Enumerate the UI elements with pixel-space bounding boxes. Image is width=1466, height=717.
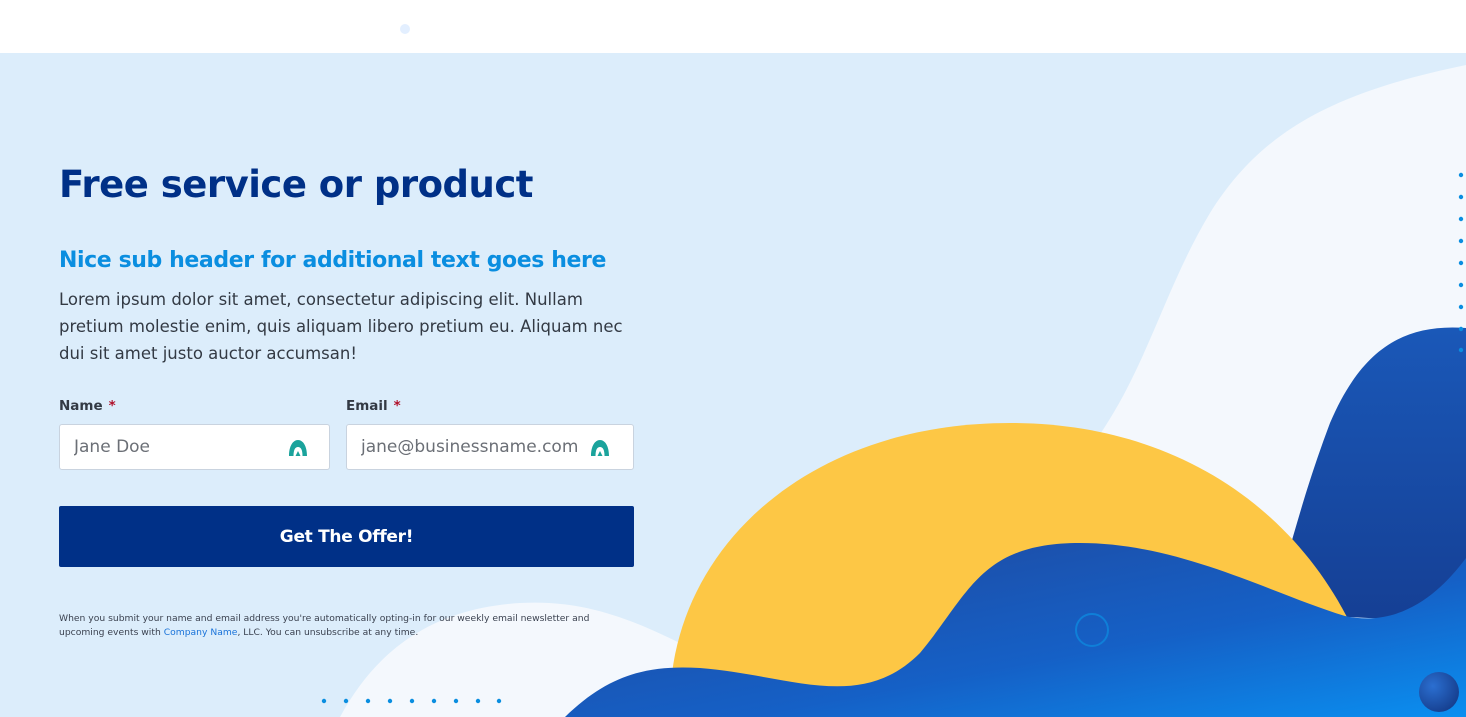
autofill-icon[interactable] xyxy=(287,438,309,458)
email-label: Email * xyxy=(346,398,634,418)
required-asterisk: * xyxy=(108,398,116,414)
hero-section: Free service or product Nice sub header … xyxy=(0,53,1466,717)
body-text: Lorem ipsum dolor sit amet, consectetur … xyxy=(59,290,623,363)
email-label-text: Email xyxy=(346,398,388,414)
required-asterisk: * xyxy=(393,398,401,414)
name-label-text: Name xyxy=(59,398,103,414)
page: Free service or product Nice sub header … xyxy=(0,0,1466,717)
email-input-wrapper xyxy=(346,424,634,470)
company-name-link[interactable]: Company Name xyxy=(164,627,238,638)
name-field-group: Name * xyxy=(59,398,330,470)
top-bar xyxy=(0,0,1466,53)
get-offer-button[interactable]: Get The Offer! xyxy=(59,506,634,567)
page-title: Free service or product xyxy=(59,163,533,206)
email-field-group: Email * xyxy=(346,398,634,470)
sub-header: Nice sub header for additional text goes… xyxy=(59,248,606,273)
autofill-icon[interactable] xyxy=(589,438,611,458)
decorative-dot xyxy=(400,24,410,34)
name-label: Name * xyxy=(59,398,330,418)
disclaimer-text: When you submit your name and email addr… xyxy=(59,612,634,640)
disclaimer-after-link: , LLC. You can unsubscribe at any time. xyxy=(237,627,419,638)
name-input-wrapper xyxy=(59,424,330,470)
ball-bottom-right xyxy=(1419,672,1459,712)
